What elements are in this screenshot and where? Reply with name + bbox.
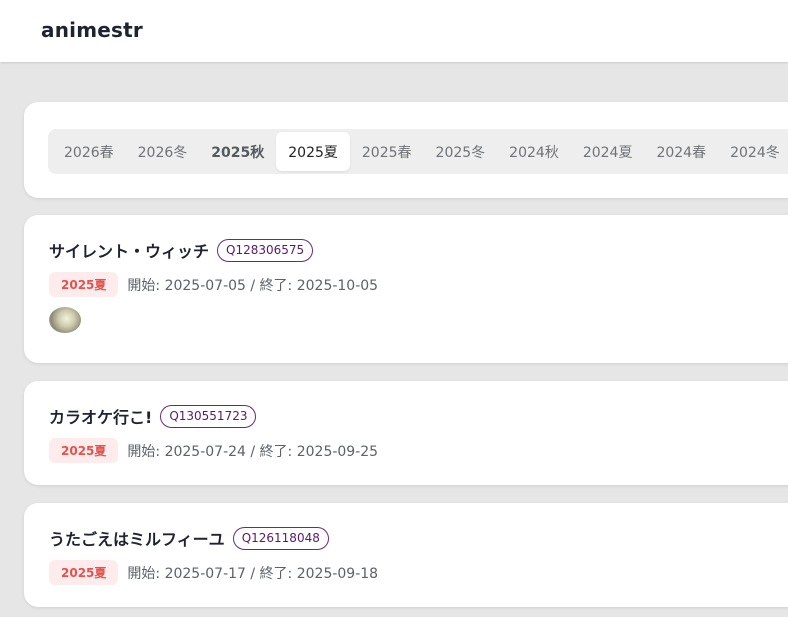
anime-meta-row: 2025夏 開始: 2025-07-05 / 終了: 2025-10-05 <box>49 272 378 297</box>
season-tab-2026-spring[interactable]: 2026春 <box>52 132 126 171</box>
anime-title-row: サイレント・ウィッチ Q128306575 <box>49 238 314 262</box>
wikidata-id-badge[interactable]: Q128306575 <box>217 238 314 262</box>
top-navbar: animestr <box>0 0 788 62</box>
anime-card[interactable]: サイレント・ウィッチ Q128306575 2025夏 開始: 2025-07-… <box>24 215 788 363</box>
season-badge: 2025夏 <box>49 272 119 297</box>
anime-title[interactable]: カラオケ行こ! <box>49 404 152 428</box>
season-tab-2024-winter[interactable]: 2024冬 <box>718 132 788 171</box>
anime-card[interactable]: うたごえはミルフィーユ Q126118048 2025夏 開始: 2025-07… <box>24 503 788 607</box>
season-tab-2025-summer[interactable]: 2025夏 <box>276 132 350 171</box>
season-tab-2024-summer[interactable]: 2024夏 <box>571 132 645 171</box>
season-tab-2025-winter[interactable]: 2025冬 <box>424 132 498 171</box>
broadcast-dates: 開始: 2025-07-17 / 終了: 2025-09-18 <box>127 565 379 582</box>
wikidata-id-badge[interactable]: Q130551723 <box>160 404 257 428</box>
anime-title[interactable]: うたごえはミルフィーユ <box>49 526 225 550</box>
season-tab-2024-autumn[interactable]: 2024秋 <box>497 132 571 171</box>
season-tab-2025-autumn[interactable]: 2025秋 <box>199 132 276 171</box>
season-tabs: 2026春 2026冬 2025秋 2025夏 2025春 2025冬 2024… <box>48 129 788 174</box>
season-badge: 2025夏 <box>49 560 119 585</box>
anime-title-row: うたごえはミルフィーユ Q126118048 <box>49 526 329 550</box>
season-tab-2026-winter[interactable]: 2026冬 <box>126 132 200 171</box>
season-selector-card: 2026春 2026冬 2025秋 2025夏 2025春 2025冬 2024… <box>24 102 788 198</box>
wikidata-id-badge[interactable]: Q126118048 <box>232 526 329 550</box>
season-tab-2025-spring[interactable]: 2025春 <box>350 132 424 171</box>
app-brand[interactable]: animestr <box>41 18 143 42</box>
anime-meta-row: 2025夏 開始: 2025-07-24 / 終了: 2025-09-25 <box>49 438 378 463</box>
anime-thumbnail[interactable] <box>49 307 81 333</box>
anime-meta-row: 2025夏 開始: 2025-07-17 / 終了: 2025-09-18 <box>49 560 378 585</box>
anime-title-row: カラオケ行こ! Q130551723 <box>49 404 257 428</box>
broadcast-dates: 開始: 2025-07-24 / 終了: 2025-09-25 <box>127 443 379 460</box>
season-badge: 2025夏 <box>49 438 119 463</box>
anime-card[interactable]: カラオケ行こ! Q130551723 2025夏 開始: 2025-07-24 … <box>24 381 788 485</box>
anime-title[interactable]: サイレント・ウィッチ <box>49 238 209 262</box>
season-tab-2024-spring[interactable]: 2024春 <box>644 132 718 171</box>
broadcast-dates: 開始: 2025-07-05 / 終了: 2025-10-05 <box>127 277 379 294</box>
